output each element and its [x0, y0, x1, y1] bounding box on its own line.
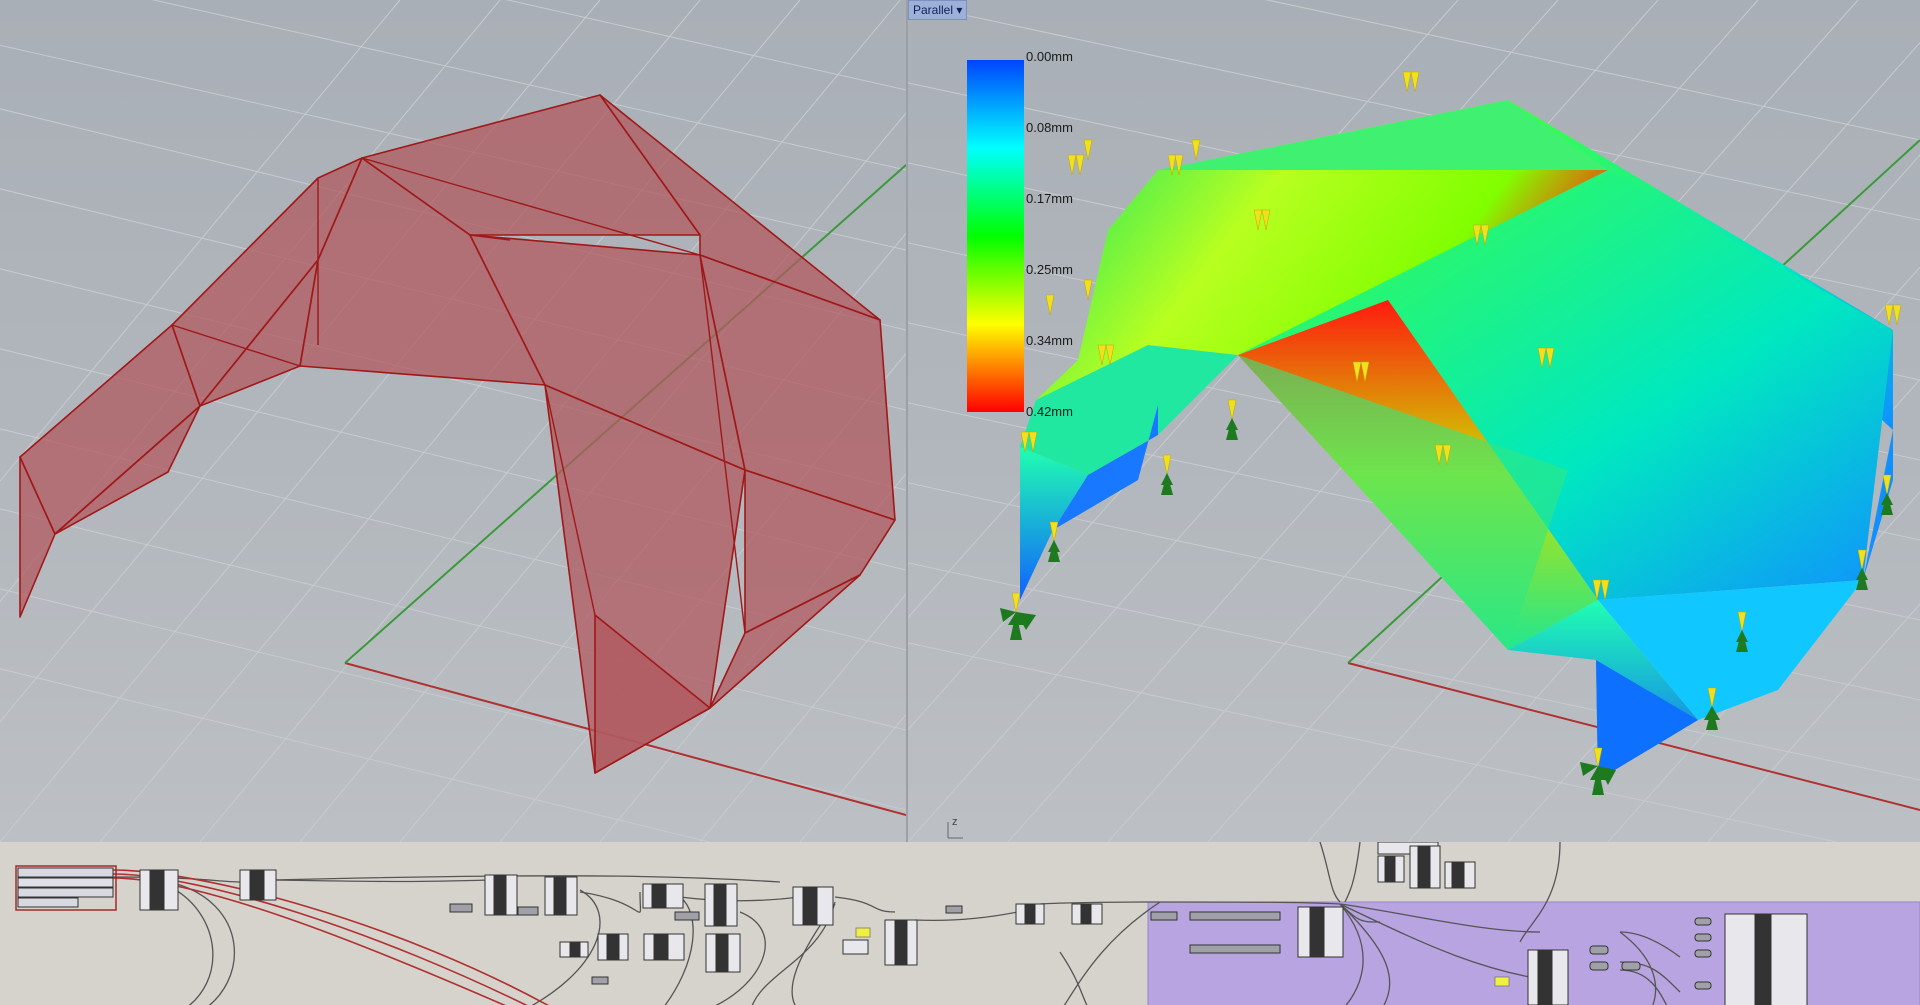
- node-graph: [15, 842, 1920, 1005]
- legend-label-1: 0.08mm: [1026, 120, 1073, 135]
- node-canvas[interactable]: [0, 842, 1920, 1005]
- deflection-shell: [1020, 100, 1893, 780]
- legend-label-4: 0.34mm: [1026, 333, 1073, 348]
- left-viewport[interactable]: [0, 0, 906, 842]
- axis-z-label: z: [952, 816, 958, 828]
- legend-label-5: 0.42mm: [1026, 404, 1073, 419]
- projection-label[interactable]: Parallel ▾: [908, 0, 968, 20]
- legend-color-bar: [967, 60, 1024, 412]
- right-viewport[interactable]: Parallel ▾ 0.00mm 0.08mm 0.17mm 0.25mm 0…: [908, 0, 1920, 842]
- folded-shell: [19, 94, 896, 774]
- legend-label-2: 0.17mm: [1026, 191, 1073, 206]
- legend-label-3: 0.25mm: [1026, 262, 1073, 277]
- legend-label-0: 0.00mm: [1026, 49, 1073, 64]
- chevron-down-icon[interactable]: ▾: [956, 3, 962, 17]
- left-viewport-scene: [0, 0, 906, 842]
